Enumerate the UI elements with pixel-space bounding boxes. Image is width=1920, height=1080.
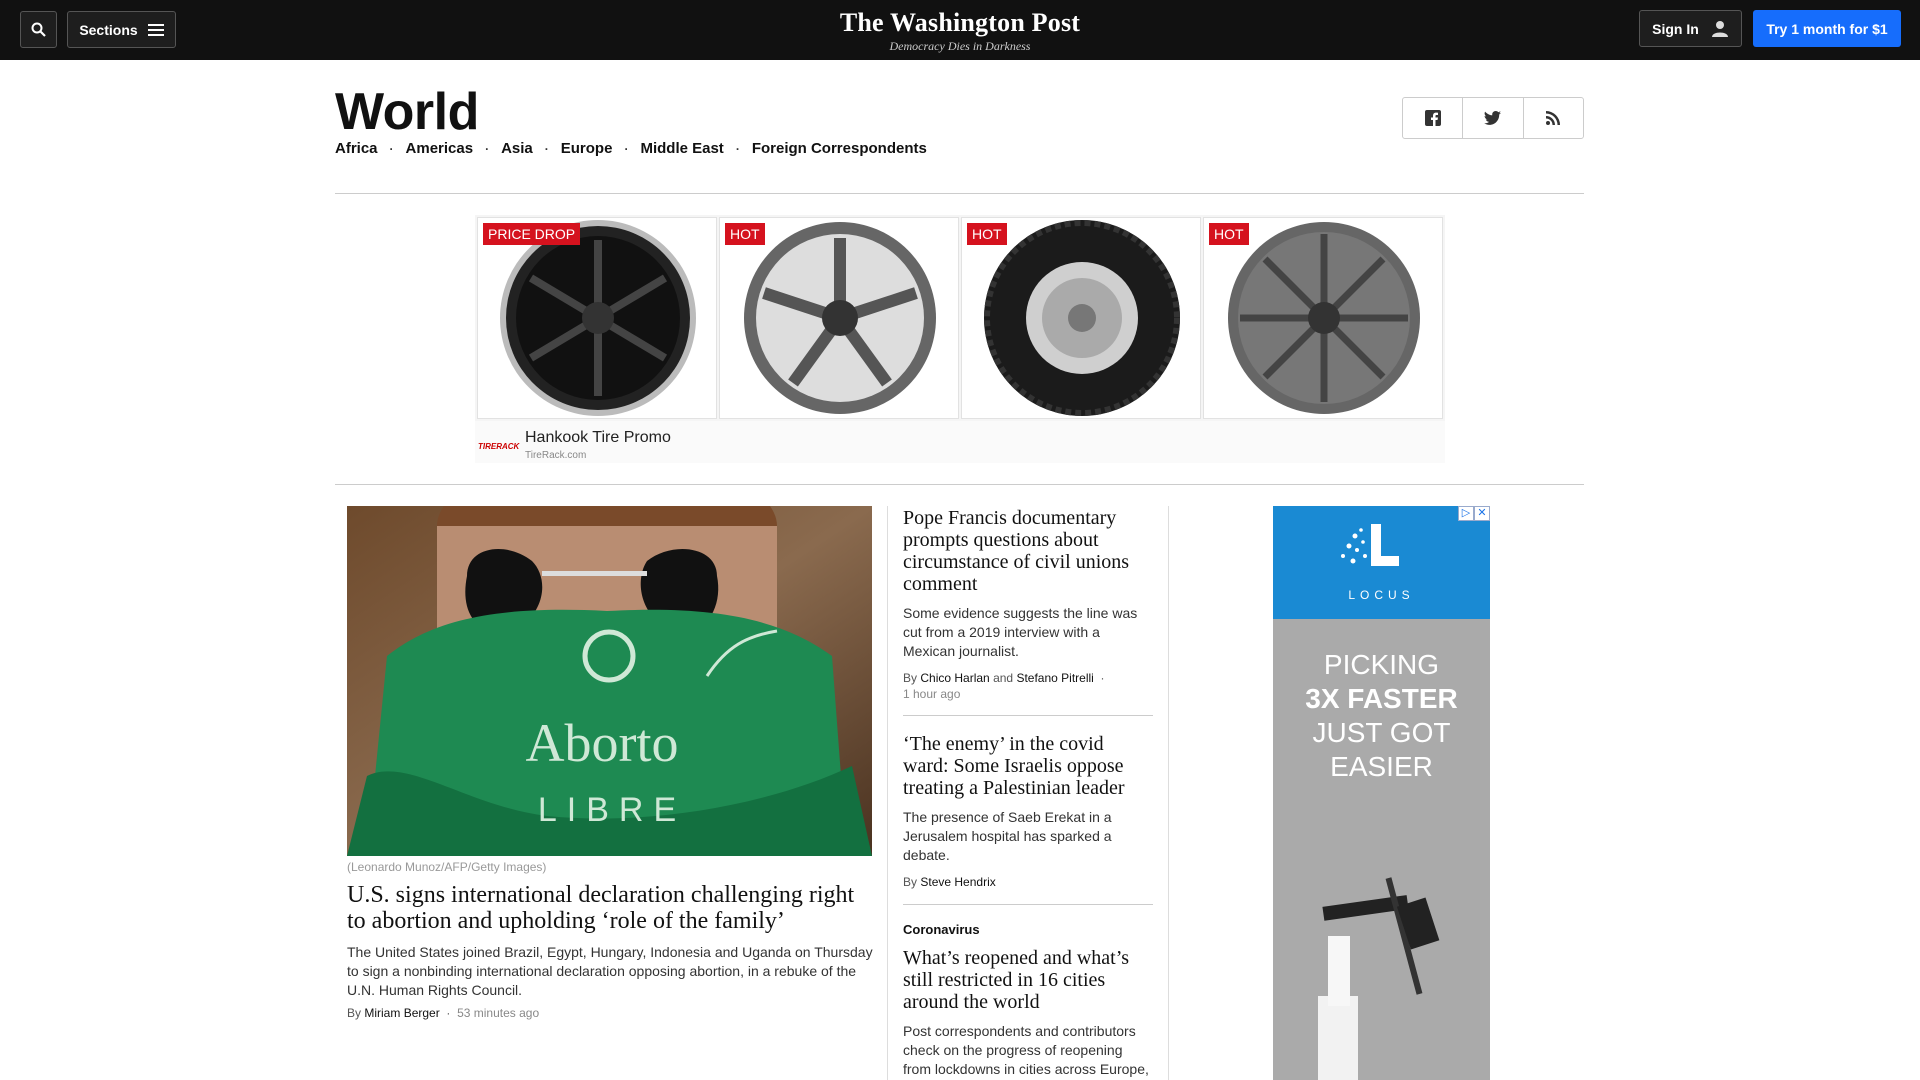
side-ad-line: 3X FASTER xyxy=(1305,683,1458,714)
section-subnav: Africa · Americas · Asia · Europe · Midd… xyxy=(335,140,927,157)
side-ad-controls: ▷ ✕ xyxy=(1458,506,1490,521)
side-ad[interactable]: LOCUS PICKING 3X FASTER JUST GOT EASIER xyxy=(1273,506,1490,1080)
subnav-separator: · xyxy=(624,141,629,156)
subnav-item-europe[interactable]: Europe xyxy=(561,140,613,157)
subnav-item-asia[interactable]: Asia xyxy=(501,140,533,157)
logo: The Washington Post Democracy Dies in Da… xyxy=(0,8,1920,54)
story-headline[interactable]: Pope Francis documentary prompts questio… xyxy=(903,507,1153,595)
sections-label: Sections xyxy=(79,21,138,38)
ad-badge: HOT xyxy=(1209,223,1249,245)
photo-text: Aborto xyxy=(526,713,679,773)
story-blurb: Post correspondents and contributors che… xyxy=(903,1023,1149,1077)
byline-conjunction: and xyxy=(993,671,1014,685)
page-title: World xyxy=(335,83,479,141)
rss-icon xyxy=(1546,111,1561,125)
column-divider xyxy=(887,506,888,1080)
ad-product-card[interactable]: HOT xyxy=(961,217,1201,419)
timestamp: 1 hour ago xyxy=(903,687,961,701)
subnav-item-foreign-correspondents[interactable]: Foreign Correspondents xyxy=(752,140,927,157)
lead-story-byline: By Miriam Berger · 53 minutes ago xyxy=(347,1006,539,1020)
side-ad-close-button[interactable]: ✕ xyxy=(1474,506,1490,521)
photo-text: LIBRE xyxy=(538,791,686,829)
facebook-icon xyxy=(1424,110,1441,126)
byline-prefix: By xyxy=(347,1006,362,1020)
story-headline[interactable]: ‘The enemy’ in the covid ward: Some Isra… xyxy=(903,733,1153,799)
share-buttons xyxy=(1402,97,1584,139)
lead-story-photo[interactable]: Aborto LIBRE xyxy=(347,506,872,856)
lead-story-blurb: The United States joined Brazil, Egypt, … xyxy=(347,944,873,998)
byline-dot: · xyxy=(443,1006,454,1020)
ad-footer[interactable]: TIRERACK Hankook Tire Promo TireRack.com xyxy=(475,421,1445,463)
ad-product-card[interactable]: HOT xyxy=(1203,217,1443,419)
side-ad-header: LOCUS xyxy=(1273,506,1490,619)
twitter-share-button[interactable] xyxy=(1463,98,1524,138)
facebook-share-button[interactable] xyxy=(1403,98,1464,138)
story-divider xyxy=(903,904,1153,905)
ad-product-card[interactable]: PRICE DROP xyxy=(477,217,717,419)
twitter-icon xyxy=(1484,111,1502,125)
side-ad-copy: PICKING 3X FASTER JUST GOT EASIER xyxy=(1273,648,1490,784)
ad-url: TireRack.com xyxy=(525,450,587,461)
subnav-separator: · xyxy=(389,141,394,156)
rss-button[interactable] xyxy=(1524,98,1583,138)
sign-in-button[interactable]: Sign In xyxy=(1639,10,1742,47)
ad-product-card[interactable]: HOT xyxy=(719,217,959,419)
wheel-image xyxy=(1228,222,1420,414)
side-ad-brand: LOCUS xyxy=(1348,588,1415,602)
byline-dot: · xyxy=(1097,671,1105,685)
lead-story-headline[interactable]: U.S. signs international declaration cha… xyxy=(347,882,877,934)
wheel-image xyxy=(744,222,936,414)
subnav-item-africa[interactable]: Africa xyxy=(335,140,378,157)
ad-divider xyxy=(335,484,1584,485)
user-icon xyxy=(1711,20,1728,37)
ad-badge: PRICE DROP xyxy=(483,223,581,245)
story-card: Coronavirus What’s reopened and what’s s… xyxy=(903,922,1153,1079)
ad-banner[interactable]: ▷ ✕ PRICE DROP HOT xyxy=(475,215,1445,463)
subnav-item-americas[interactable]: Americas xyxy=(406,140,474,157)
side-ad-line: JUST GOT xyxy=(1312,717,1451,748)
section-divider xyxy=(335,193,1584,194)
logo-tagline: Democracy Dies in Darkness xyxy=(889,39,1031,53)
subnav-separator: · xyxy=(544,141,549,156)
author-link[interactable]: Miriam Berger xyxy=(364,1006,439,1020)
subscribe-offer-button[interactable]: Try 1 month for $1 xyxy=(1753,10,1901,47)
photo-caption: (Leonardo Munoz/AFP/Getty Images) xyxy=(347,860,547,874)
tire-image xyxy=(984,220,1180,416)
story-kicker[interactable]: Coronavirus xyxy=(903,922,1153,937)
story-divider xyxy=(903,715,1153,716)
hamburger-icon xyxy=(147,23,164,36)
byline-prefix: By xyxy=(903,875,918,889)
logo-wordmark[interactable]: The Washington Post xyxy=(840,8,1080,38)
search-icon xyxy=(31,22,46,37)
side-ad-line: PICKING xyxy=(1323,649,1440,680)
story-headline[interactable]: What’s reopened and what’s still restric… xyxy=(903,947,1153,1013)
ad-brand-logo: TIRERACK xyxy=(478,442,520,451)
story-byline: By Chico Harlan and Stefano Pitrelli · 1… xyxy=(903,670,1153,702)
ad-badge: HOT xyxy=(967,223,1007,245)
story-card: ‘The enemy’ in the covid ward: Some Isra… xyxy=(903,733,1153,890)
author-link[interactable]: Stefano Pitrelli xyxy=(1016,671,1093,685)
timestamp: 53 minutes ago xyxy=(457,1006,540,1020)
author-link[interactable]: Chico Harlan xyxy=(920,671,989,685)
protester-photo: Aborto LIBRE xyxy=(347,506,872,856)
adchoices-icon[interactable]: ▷ xyxy=(1458,506,1474,521)
side-ad-line: EASIER xyxy=(1330,751,1433,782)
story-blurb: The presence of Saeb Erekat in a Jerusal… xyxy=(903,809,1112,863)
author-link[interactable]: Steve Hendrix xyxy=(920,875,995,889)
ad-title[interactable]: Hankook Tire Promo xyxy=(525,429,671,447)
subnav-separator: · xyxy=(735,141,740,156)
top-navigation-bar: Sections The Washington Post Democracy D… xyxy=(0,0,1920,60)
story-card: Pope Francis documentary prompts questio… xyxy=(903,507,1153,702)
story-byline: By Steve Hendrix xyxy=(903,874,1153,890)
story-blurb: Some evidence suggests the line was cut … xyxy=(903,605,1138,659)
ad-badge: HOT xyxy=(725,223,765,245)
column-divider xyxy=(1168,506,1169,1080)
sign-in-label: Sign In xyxy=(1652,20,1699,37)
wheel-image xyxy=(500,220,696,416)
subnav-separator: · xyxy=(485,141,490,156)
subnav-item-middle-east[interactable]: Middle East xyxy=(640,140,723,157)
byline-prefix: By xyxy=(903,671,918,685)
